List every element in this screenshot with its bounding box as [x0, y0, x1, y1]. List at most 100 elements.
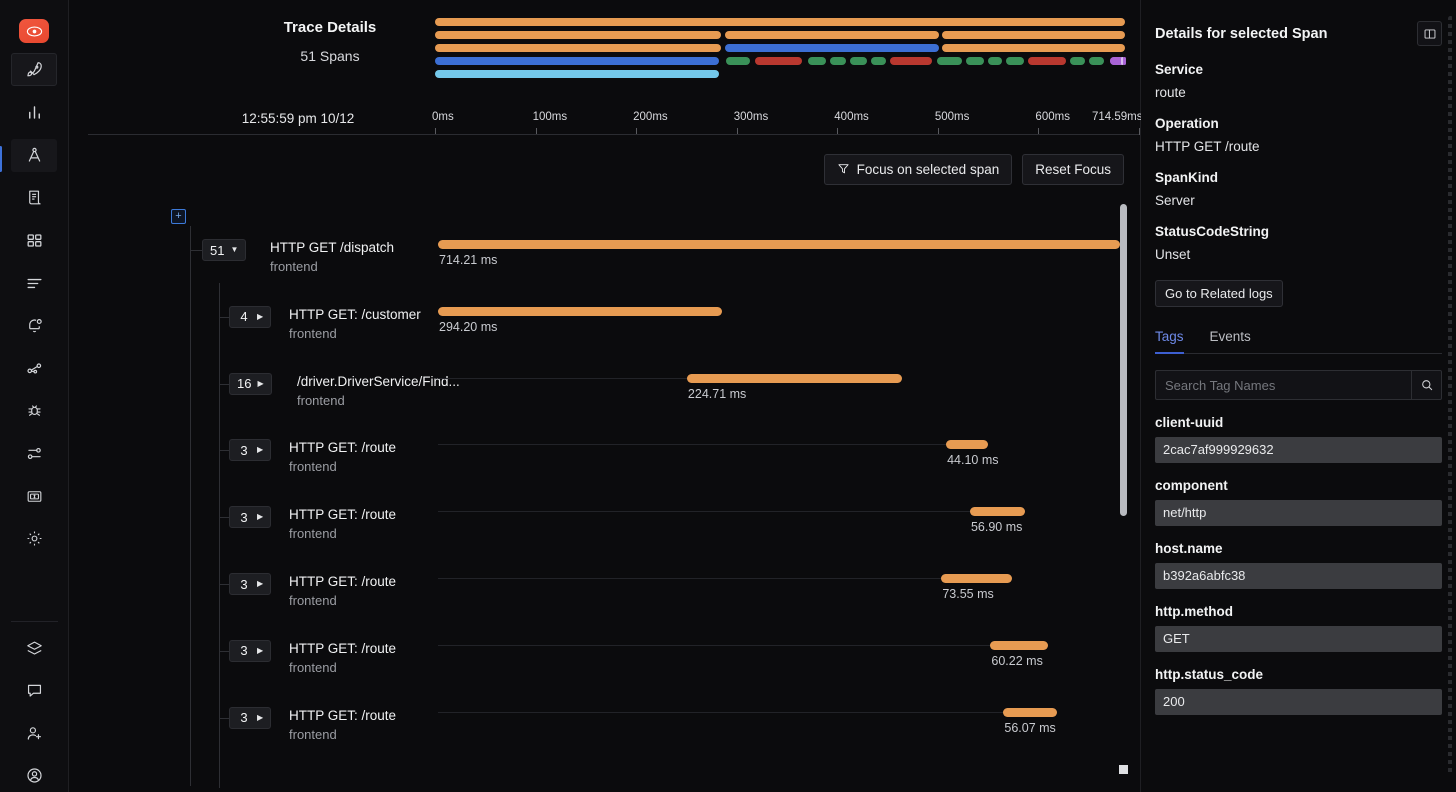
sidebar-item-invite-user[interactable]	[11, 717, 57, 750]
minimap-segment	[830, 57, 847, 65]
span-service-name: frontend	[289, 593, 337, 608]
detail-field-value: HTTP GET /route	[1155, 139, 1442, 154]
span-duration-label: 60.22 ms	[991, 654, 1042, 668]
tab-events[interactable]: Events	[1210, 329, 1251, 353]
search-icon[interactable]	[1411, 370, 1442, 400]
span-tree-list[interactable]: + 51▼ HTTP GET /dispatch frontend 714.21 ms…	[69, 198, 1141, 792]
trace-view-panel: Trace Details 51 Spans 12:55:59 pm 10/12…	[69, 0, 1141, 792]
axis-tick-label: 500ms	[935, 111, 970, 123]
primary-nav-rail	[0, 0, 69, 792]
span-duration-label: 714.21 ms	[439, 253, 497, 267]
reset-focus-button[interactable]: Reset Focus	[1022, 154, 1124, 185]
minimap-segment	[808, 57, 826, 65]
span-operation-name[interactable]: HTTP GET: /route	[289, 574, 396, 589]
minimap-segment	[871, 57, 886, 65]
span-operation-name[interactable]: HTTP GET: /route	[289, 641, 396, 656]
search-input[interactable]	[1155, 370, 1411, 400]
detail-field-key: SpanKind	[1155, 170, 1442, 185]
sidebar-item-administration[interactable]	[11, 522, 57, 555]
span-leading-rule	[438, 444, 946, 445]
sidebar-item-alerting[interactable]	[11, 309, 57, 342]
span-operation-name[interactable]: HTTP GET: /route	[289, 440, 396, 455]
span-duration-bar[interactable]	[970, 507, 1025, 516]
span-duration-bar[interactable]	[946, 440, 988, 449]
go-to-related-logs-button[interactable]: Go to Related logs	[1155, 280, 1283, 307]
trace-minimap[interactable]	[435, 18, 1125, 78]
page-edge	[1452, 0, 1456, 792]
grafana-logo-icon[interactable]	[19, 19, 49, 43]
span-operation-name[interactable]: HTTP GET /dispatch	[270, 240, 394, 255]
tag-key: http.status_code	[1155, 667, 1442, 682]
minimap-segment	[435, 70, 719, 78]
plus-square-icon[interactable]: +	[171, 209, 186, 224]
span-operation-name[interactable]: HTTP GET: /route	[289, 507, 396, 522]
axis-tick-label: 0ms	[432, 111, 454, 123]
span-operation-name[interactable]: HTTP GET: /route	[289, 708, 396, 723]
sidebar-item-stack[interactable]	[11, 632, 57, 665]
span-children-toggle[interactable]: 3▶	[229, 439, 271, 461]
tree-connector	[190, 250, 202, 251]
table-row[interactable]: 3▶HTTP GET: /routefrontend56.90 ms	[69, 501, 1141, 568]
axis-tick: 100ms	[533, 111, 568, 123]
sidebar-item-traces[interactable]	[11, 352, 57, 385]
table-row[interactable]: 3▶HTTP GET: /routefrontend73.55 ms	[69, 568, 1141, 635]
minimap-row	[435, 57, 1125, 65]
chevron-right-icon: ▶	[257, 647, 263, 655]
span-duration-bar[interactable]	[1003, 708, 1057, 717]
span-children-count: 51	[210, 243, 224, 258]
minimap-segment	[988, 57, 1002, 65]
minimap-segment	[1110, 57, 1121, 65]
span-leading-rule	[438, 578, 941, 579]
sidebar-item-feedback[interactable]	[11, 674, 57, 707]
timeline-axis: 12:55:59 pm 10/12 0ms100ms200ms300ms400m…	[88, 103, 1139, 135]
span-duration-bar[interactable]	[438, 240, 1120, 249]
span-children-toggle[interactable]: 3▶	[229, 506, 271, 528]
table-row[interactable]: 3▶HTTP GET: /routefrontend44.10 ms	[69, 434, 1141, 501]
span-duration-bar[interactable]	[438, 307, 722, 316]
sidebar-item-profile[interactable]	[11, 760, 57, 792]
sidebar-item-apps[interactable]	[11, 224, 57, 257]
table-row[interactable]: 4▶HTTP GET: /customerfrontend294.20 ms	[69, 301, 1141, 368]
chevron-right-icon: ▶	[257, 313, 263, 321]
minimap-segment	[942, 44, 1125, 52]
tag-key: http.method	[1155, 604, 1442, 619]
tab-tags[interactable]: Tags	[1155, 329, 1184, 353]
sidebar-item-dashboards[interactable]	[11, 96, 57, 129]
sidebar-item-rocket[interactable]	[11, 53, 57, 86]
span-children-count: 4	[237, 309, 251, 324]
axis-tick: 500ms	[935, 111, 970, 123]
table-row[interactable]: 3▶HTTP GET: /routefrontend60.22 ms	[69, 635, 1141, 702]
span-duration-bar[interactable]	[687, 374, 902, 383]
sidebar-item-explore[interactable]	[11, 139, 57, 172]
span-children-toggle[interactable]: 3▶	[229, 640, 271, 662]
sidebar-item-logs[interactable]	[11, 182, 57, 215]
sidebar-item-billing[interactable]	[11, 480, 57, 513]
sidebar-item-errors[interactable]	[11, 395, 57, 428]
minimap-segment	[725, 44, 939, 52]
focus-on-selected-span-button[interactable]: Focus on selected span	[824, 154, 1013, 185]
axis-tick: 200ms	[633, 111, 668, 123]
minimap-segment	[890, 57, 931, 65]
span-children-toggle[interactable]: 51▼	[202, 239, 246, 261]
span-service-name: frontend	[289, 526, 337, 541]
span-duration-bar[interactable]	[941, 574, 1011, 583]
sidebar-item-connections[interactable]	[11, 437, 57, 470]
span-operation-name[interactable]: /driver.DriverService/Find...	[297, 374, 460, 389]
tree-connector	[219, 584, 229, 585]
span-operation-name[interactable]: HTTP GET: /customer	[289, 307, 421, 322]
sidebar-item-profiles[interactable]	[11, 267, 57, 300]
span-duration-bar[interactable]	[990, 641, 1047, 650]
minimap-segment	[966, 57, 983, 65]
detail-field-value: Server	[1155, 193, 1442, 208]
span-children-toggle[interactable]: 4▶	[229, 306, 271, 328]
span-children-toggle[interactable]: 3▶	[229, 573, 271, 595]
table-row[interactable]: 3▶HTTP GET: /routefrontend56.07 ms	[69, 702, 1141, 769]
axis-tick-label: 300ms	[734, 111, 769, 123]
table-row[interactable]: 16▶/driver.DriverService/Find...frontend…	[69, 368, 1141, 435]
span-children-toggle[interactable]: 16▶	[229, 373, 272, 395]
span-leading-rule	[438, 378, 687, 379]
span-children-count: 3	[237, 577, 251, 592]
table-row[interactable]: 51▼HTTP GET /dispatchfrontend714.21 ms	[69, 234, 1141, 301]
panel-layout-icon[interactable]	[1417, 21, 1442, 46]
span-children-toggle[interactable]: 3▶	[229, 707, 271, 729]
